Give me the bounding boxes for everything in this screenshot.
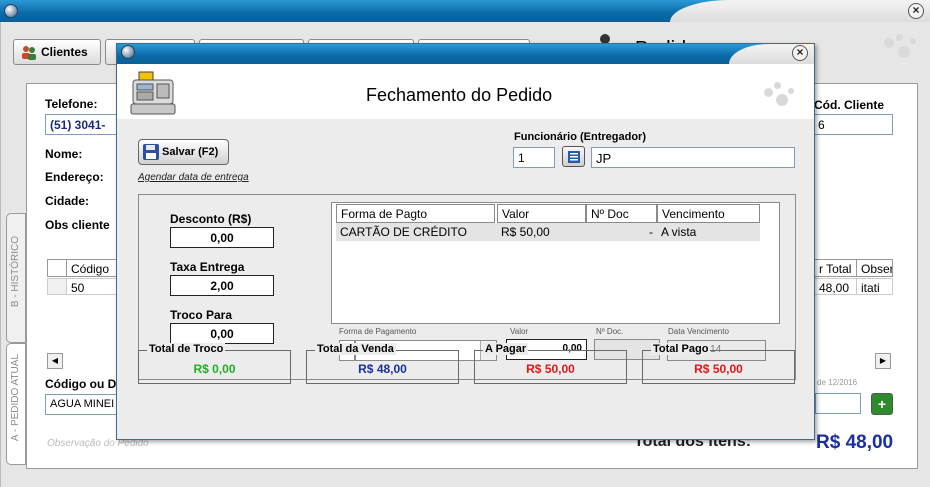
clientes-button[interactable]: Clientes — [13, 39, 101, 65]
codigo-descricao-input[interactable]: AGUA MINEI — [45, 394, 120, 415]
funcionario-search-button[interactable] — [562, 146, 585, 167]
list-cell-valor[interactable]: R$ 50,00 — [497, 223, 586, 241]
desconto-input[interactable]: 0,00 — [170, 227, 274, 248]
agendar-entrega-link[interactable]: Agendar data de entrega — [138, 172, 249, 183]
tab-pedido-atual[interactable]: A - PEDIDO ATUAL — [6, 343, 26, 465]
total-venda-label: Total da Venda — [315, 343, 396, 355]
taxa-entrega-input[interactable]: 2,00 — [170, 275, 274, 296]
troco-para-label: Troco Para — [170, 308, 233, 322]
list-header-valor[interactable]: Valor — [497, 204, 586, 223]
ndoc-label: Nº Doc. — [596, 327, 624, 336]
grid-cell-total[interactable]: 48,00 — [814, 278, 857, 295]
telefone-input[interactable]: (51) 3041- — [45, 114, 120, 135]
main-titlebar — [0, 0, 930, 22]
forma-pagamento-label: Forma de Pagamento — [339, 327, 417, 336]
cash-register-icon — [130, 71, 176, 115]
list-header-ndoc[interactable]: Nº Doc — [586, 204, 657, 223]
decorative-bubbles — [882, 34, 918, 64]
desconto-label: Desconto (R$) — [170, 212, 252, 226]
grid-cell-codigo[interactable]: 50 — [66, 278, 120, 295]
quantity-input[interactable] — [815, 393, 861, 414]
users-icon — [22, 46, 36, 60]
grid-cell-obs[interactable]: itati — [856, 278, 893, 295]
total-pago-box: Total Pago R$ 50,00 — [642, 343, 795, 384]
cidade-label: Cidade: — [45, 194, 90, 208]
dialog-close-icon[interactable]: × — [792, 45, 808, 61]
data-vencimento-label: Data Vencimento — [668, 327, 729, 336]
total-pago-label: Total Pago — [651, 343, 711, 355]
funcionario-name-input[interactable]: JP — [591, 147, 795, 168]
date-fragment: de 12/2016 — [817, 378, 858, 387]
a-pagar-value: R$ 50,00 — [526, 362, 575, 376]
funcionario-label: Funcionário (Entregador) — [514, 131, 646, 143]
telefone-label: Telefone: — [45, 97, 98, 111]
grid-row-header — [47, 259, 67, 277]
total-venda-box: Total da Venda R$ 48,00 — [306, 343, 459, 384]
window-menu-icon[interactable] — [4, 4, 18, 18]
list-header-vencimento[interactable]: Vencimento — [657, 204, 760, 223]
dialog-title: Fechamento do Pedido — [366, 85, 553, 105]
scroll-left-button[interactable]: ◀ — [47, 353, 63, 369]
list-cell-forma[interactable]: CARTÃO DE CRÉDITO — [336, 223, 497, 241]
list-header-forma[interactable]: Forma de Pagto — [336, 204, 495, 223]
dialog-titlebar — [117, 44, 814, 64]
troco-para-input[interactable]: 0,00 — [170, 323, 274, 344]
salvar-button[interactable]: Salvar (F2) — [138, 139, 229, 165]
floppy-disk-icon — [143, 144, 159, 160]
codigo-descricao-label: Código ou De — [45, 377, 123, 391]
total-troco-label: Total de Troco — [147, 343, 226, 355]
nome-label: Nome: — [45, 147, 83, 161]
titlebar-cap — [670, 0, 930, 22]
scroll-right-button[interactable]: ▶ — [875, 353, 891, 369]
clientes-button-label: Clientes — [41, 45, 88, 59]
add-item-icon[interactable]: + — [871, 393, 893, 415]
a-pagar-box: A Pagar R$ 50,00 — [474, 343, 627, 384]
total-troco-value: R$ 0,00 — [193, 362, 236, 376]
funcionario-code-input[interactable]: 1 — [513, 147, 555, 168]
total-venda-value: R$ 48,00 — [358, 362, 407, 376]
obs-cliente-label: Obs cliente — [45, 218, 110, 232]
dialog-menu-icon[interactable] — [121, 45, 135, 59]
cod-cliente-input[interactable]: 6 — [813, 114, 893, 135]
total-troco-box: Total de Troco R$ 0,00 — [138, 343, 291, 384]
grid-header-obs[interactable]: Obser — [856, 259, 893, 277]
valor-label: Valor — [510, 327, 529, 336]
cod-cliente-label: Cód. Cliente — [814, 98, 885, 112]
list-icon — [568, 151, 580, 163]
total-itens-value: R$ 48,00 — [816, 432, 894, 453]
list-cell-ndoc[interactable]: - — [586, 223, 657, 241]
grid-row-selector[interactable] — [47, 278, 67, 295]
main-close-icon[interactable]: × — [908, 3, 924, 19]
a-pagar-label: A Pagar — [483, 343, 529, 355]
total-pago-value: R$ 50,00 — [694, 362, 743, 376]
list-cell-vencimento[interactable]: A vista — [657, 223, 760, 241]
taxa-entrega-label: Taxa Entrega — [170, 260, 245, 274]
grid-header-codigo[interactable]: Código — [66, 259, 120, 277]
dialog-decorative-bubbles — [762, 82, 798, 110]
endereco-label: Endereço: — [45, 170, 104, 184]
grid-header-total[interactable]: r Total — [814, 259, 857, 277]
tab-historico[interactable]: B - HISTÓRICO — [6, 213, 26, 343]
